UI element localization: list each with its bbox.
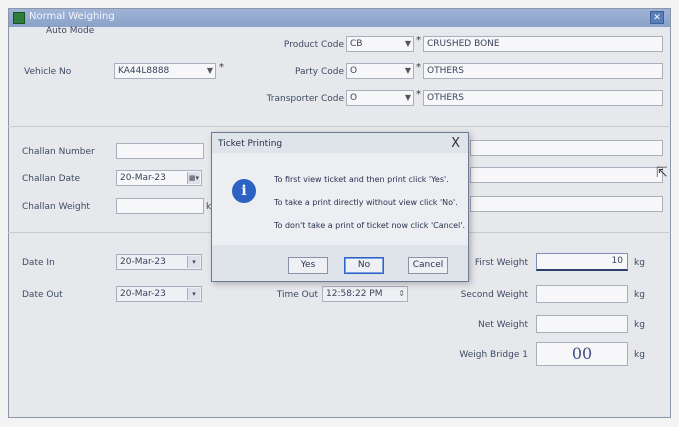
date-out-label: Date Out xyxy=(22,290,63,300)
second-weight-unit: kg xyxy=(634,290,645,300)
net-weight-input xyxy=(536,315,628,333)
mode-label: Auto Mode xyxy=(46,26,95,36)
challan-date-value: 20-Mar-23 xyxy=(120,173,166,183)
spin-icon[interactable]: ⇕ xyxy=(398,287,405,301)
challan-extra-field-1[interactable] xyxy=(470,140,663,156)
vehicle-label: Vehicle No xyxy=(24,67,72,77)
chevron-down-icon[interactable]: ▾ xyxy=(187,256,200,268)
no-button[interactable]: No xyxy=(344,257,384,274)
chevron-down-icon: ▼ xyxy=(404,93,411,102)
info-icon: i xyxy=(232,179,256,203)
weigh-bridge-display: 00 xyxy=(536,342,628,366)
challan-weight-input[interactable] xyxy=(116,198,204,214)
mouse-cursor-icon: ⇱ xyxy=(656,165,668,181)
chevron-down-icon[interactable]: ▾ xyxy=(187,288,200,300)
party-code-value: O xyxy=(350,66,358,76)
ticket-printing-dialog: Ticket Printing X i To first view ticket… xyxy=(211,132,469,282)
required-mark: * xyxy=(219,62,224,73)
net-weight-unit: kg xyxy=(634,320,645,330)
first-weight-unit: kg xyxy=(634,258,645,268)
required-mark: * xyxy=(416,89,421,100)
time-out-label: Time Out xyxy=(276,290,318,300)
dialog-title: Ticket Printing xyxy=(218,139,283,149)
challan-date-label: Challan Date xyxy=(22,174,81,184)
second-weight-input[interactable] xyxy=(536,285,628,303)
required-mark: * xyxy=(416,35,421,46)
yes-button[interactable]: Yes xyxy=(288,257,328,274)
time-out-value: 12:58:22 PM xyxy=(326,289,383,299)
chevron-down-icon: ▼ xyxy=(206,66,213,75)
transporter-name-field: OTHERS xyxy=(423,90,663,106)
cancel-button[interactable]: Cancel xyxy=(408,257,448,274)
date-out-value: 20-Mar-23 xyxy=(120,289,166,299)
challan-extra-field-3[interactable] xyxy=(470,196,663,212)
party-code-select[interactable]: O ▼ xyxy=(346,63,414,79)
close-icon[interactable]: X xyxy=(451,136,460,151)
dialog-body: i To first view ticket and then print cl… xyxy=(212,153,468,245)
net-weight-label: Net Weight xyxy=(477,320,528,330)
chevron-down-icon: ▼ xyxy=(404,66,411,75)
date-in-picker[interactable]: 20-Mar-23 ▾ xyxy=(116,254,202,270)
time-out-field[interactable]: 12:58:22 PM ⇕ xyxy=(322,286,408,302)
window-title: Normal Weighing xyxy=(29,11,115,22)
transporter-code-label: Transporter Code xyxy=(266,94,344,104)
title-bar: Normal Weighing ✕ xyxy=(9,9,670,27)
challan-extra-field-2[interactable] xyxy=(470,167,663,183)
party-name-field: OTHERS xyxy=(423,63,663,79)
product-code-label: Product Code xyxy=(283,40,344,50)
product-name-field: CRUSHED BONE xyxy=(423,36,663,52)
vehicle-select[interactable]: KA44L8888 ▼ xyxy=(114,63,216,79)
required-mark: * xyxy=(416,62,421,73)
screen: Normal Weighing ✕ Auto Mode Vehicle No K… xyxy=(0,0,679,427)
dialog-message-no: To take a print directly without view cl… xyxy=(274,198,458,207)
first-weight-input[interactable]: 10 xyxy=(536,253,628,271)
transporter-code-value: O xyxy=(350,93,358,103)
challan-date-picker[interactable]: 20-Mar-23 ▦▾ xyxy=(116,170,202,186)
challan-number-label: Challan Number xyxy=(22,147,95,157)
dialog-message-cancel: To don't take a print of ticket now clic… xyxy=(274,221,465,230)
date-in-label: Date In xyxy=(22,258,55,268)
date-out-picker[interactable]: 20-Mar-23 ▾ xyxy=(116,286,202,302)
weigh-bridge-unit: kg xyxy=(634,350,645,360)
second-weight-label: Second Weight xyxy=(460,290,528,300)
date-in-value: 20-Mar-23 xyxy=(120,257,166,267)
product-code-select[interactable]: CB ▼ xyxy=(346,36,414,52)
app-icon xyxy=(13,12,25,24)
window-close-button[interactable]: ✕ xyxy=(650,11,664,24)
chevron-down-icon: ▼ xyxy=(404,39,411,48)
transporter-code-select[interactable]: O ▼ xyxy=(346,90,414,106)
calendar-icon[interactable]: ▦▾ xyxy=(187,172,200,184)
vehicle-value: KA44L8888 xyxy=(118,66,170,76)
weigh-bridge-label: Weigh Bridge 1 xyxy=(459,350,528,360)
dialog-message-yes: To first view ticket and then print clic… xyxy=(274,175,449,184)
party-code-label: Party Code xyxy=(295,67,344,77)
product-code-value: CB xyxy=(350,39,363,49)
challan-number-input[interactable] xyxy=(116,143,204,159)
challan-weight-label: Challan Weight xyxy=(22,202,90,212)
divider xyxy=(8,126,671,127)
